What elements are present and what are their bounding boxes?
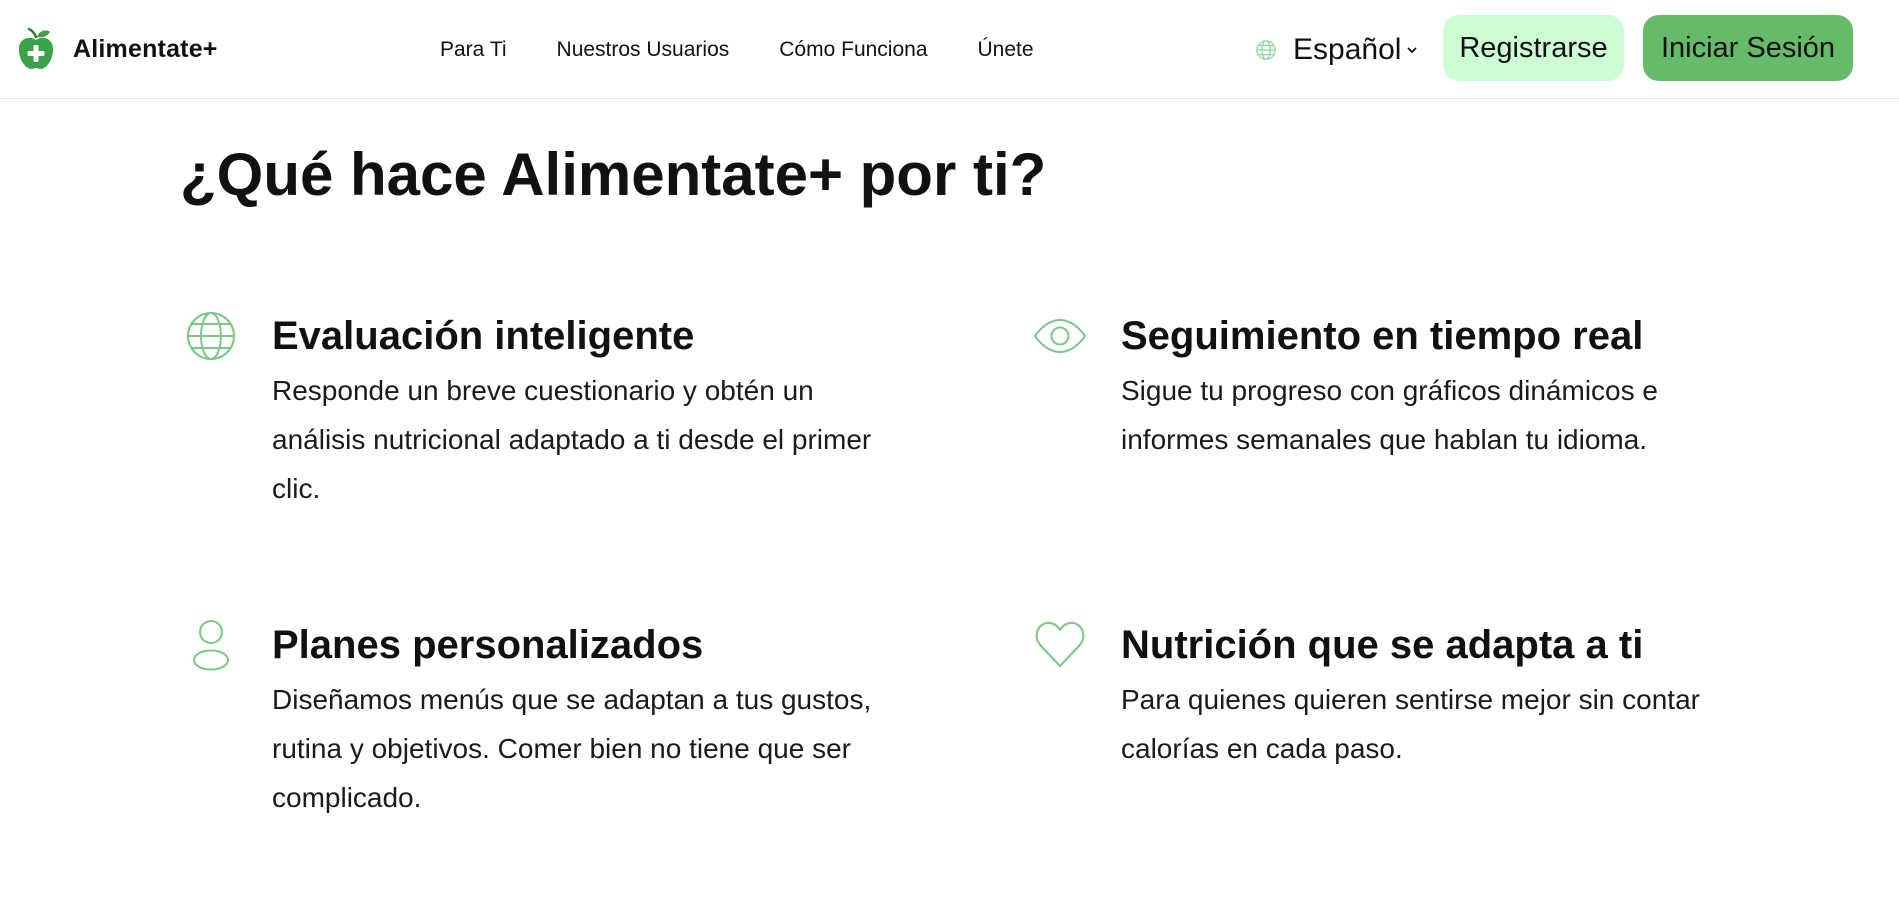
nav-link-para-ti[interactable]: Para Ti [440, 38, 507, 62]
feature-description: Diseñamos menús que se adaptan a tus gus… [272, 684, 872, 813]
language-selector[interactable]: Español [1255, 28, 1418, 72]
feature-title: Seguimiento en tiempo real [1121, 314, 1644, 358]
feature-title: Planes personalizados [272, 623, 704, 667]
nav-link-unete[interactable]: Únete [978, 38, 1034, 62]
top-navbar: Alimentate+ Para Ti Nuestros Usuarios Có… [0, 0, 1899, 99]
feature-description: Para quienes quieren sentirse mejor sin … [1121, 684, 1700, 764]
nav-link-nuestros-usuarios[interactable]: Nuestros Usuarios [557, 38, 730, 62]
globe-icon [187, 312, 235, 360]
register-button[interactable]: Registrarse [1443, 15, 1624, 81]
language-label: Español [1293, 33, 1402, 66]
feature-title: Evaluación inteligente [272, 314, 695, 358]
main-nav: Para Ti Nuestros Usuarios Cómo Funciona … [440, 30, 1084, 70]
feature-description: Sigue tu progreso con gráficos dinámicos… [1121, 375, 1658, 455]
page-title: ¿Qué hace Alimentate+ por ti? [180, 141, 1047, 208]
apple-plus-icon [18, 28, 54, 69]
heart-icon [1035, 621, 1085, 667]
brand-name: Alimentate+ [73, 34, 218, 63]
globe-icon [1256, 40, 1276, 60]
feature-title: Nutrición que se adapta a ti [1121, 623, 1644, 667]
nav-link-como-funciona[interactable]: Cómo Funciona [779, 38, 927, 62]
feature-description: Responde un breve cuestionario y obtén u… [272, 375, 872, 504]
brand-link[interactable]: Alimentate+ [17, 27, 218, 71]
chevron-down-icon [1408, 47, 1417, 54]
user-icon [193, 620, 229, 671]
login-button[interactable]: Iniciar Sesión [1643, 15, 1853, 81]
eye-icon [1034, 318, 1086, 354]
